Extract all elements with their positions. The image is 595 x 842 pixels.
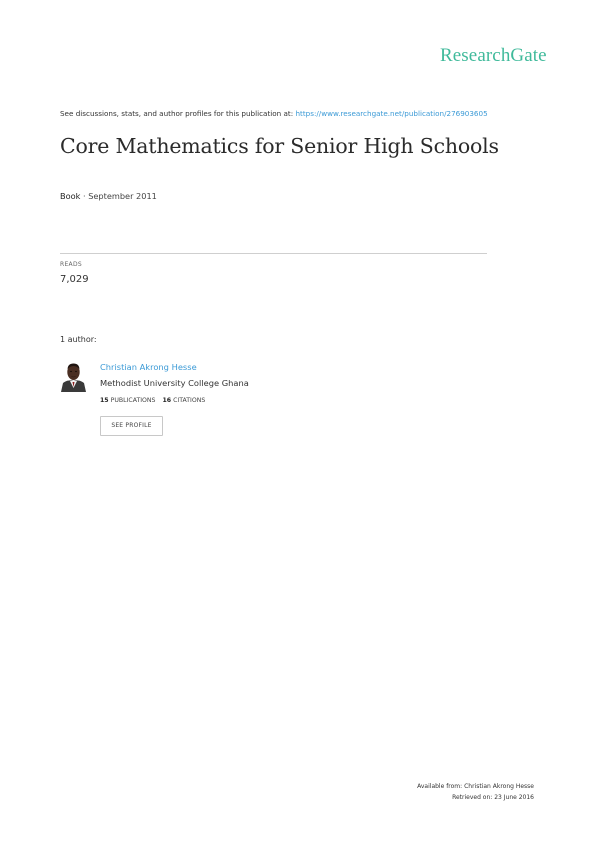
publication-type: Book [60,191,81,201]
footer: Available from: Christian Akrong Hesse R… [417,782,534,803]
author-photo-icon [60,361,87,392]
publication-title: Core Mathematics for Senior High Schools [60,134,499,158]
see-profile-button[interactable]: SEE PROFILE [100,416,163,436]
publications-count: 15 [100,397,109,404]
available-from: Available from: Christian Akrong Hesse [417,783,534,790]
retrieved-on: Retrieved on: 23 June 2016 [452,793,534,801]
reads-label: READS [60,261,82,268]
author-institution: Methodist University College Ghana [100,378,249,388]
citations-count: 16 [162,397,172,404]
discussion-text: See discussions, stats, and author profi… [60,109,296,118]
publications-label: PUBLICATIONS [108,397,156,404]
citations-label: CITATIONS [171,397,206,404]
reads-count: 7,029 [60,274,89,285]
author-name-link[interactable]: Christian Akrong Hesse [100,362,197,372]
publication-link[interactable]: https://www.researchgate.net/publication… [295,109,487,118]
authors-heading: 1 author: [60,335,97,344]
author-avatar[interactable] [60,361,87,392]
publication-date: · September 2011 [80,191,157,201]
publication-meta: Book · September 2011 [60,191,157,201]
researchgate-logo[interactable]: ResearchGate [440,45,547,67]
discussion-line: See discussions, stats, and author profi… [60,109,488,118]
author-stats: 15 PUBLICATIONS 16 CITATIONS [100,397,205,404]
divider [60,253,487,254]
